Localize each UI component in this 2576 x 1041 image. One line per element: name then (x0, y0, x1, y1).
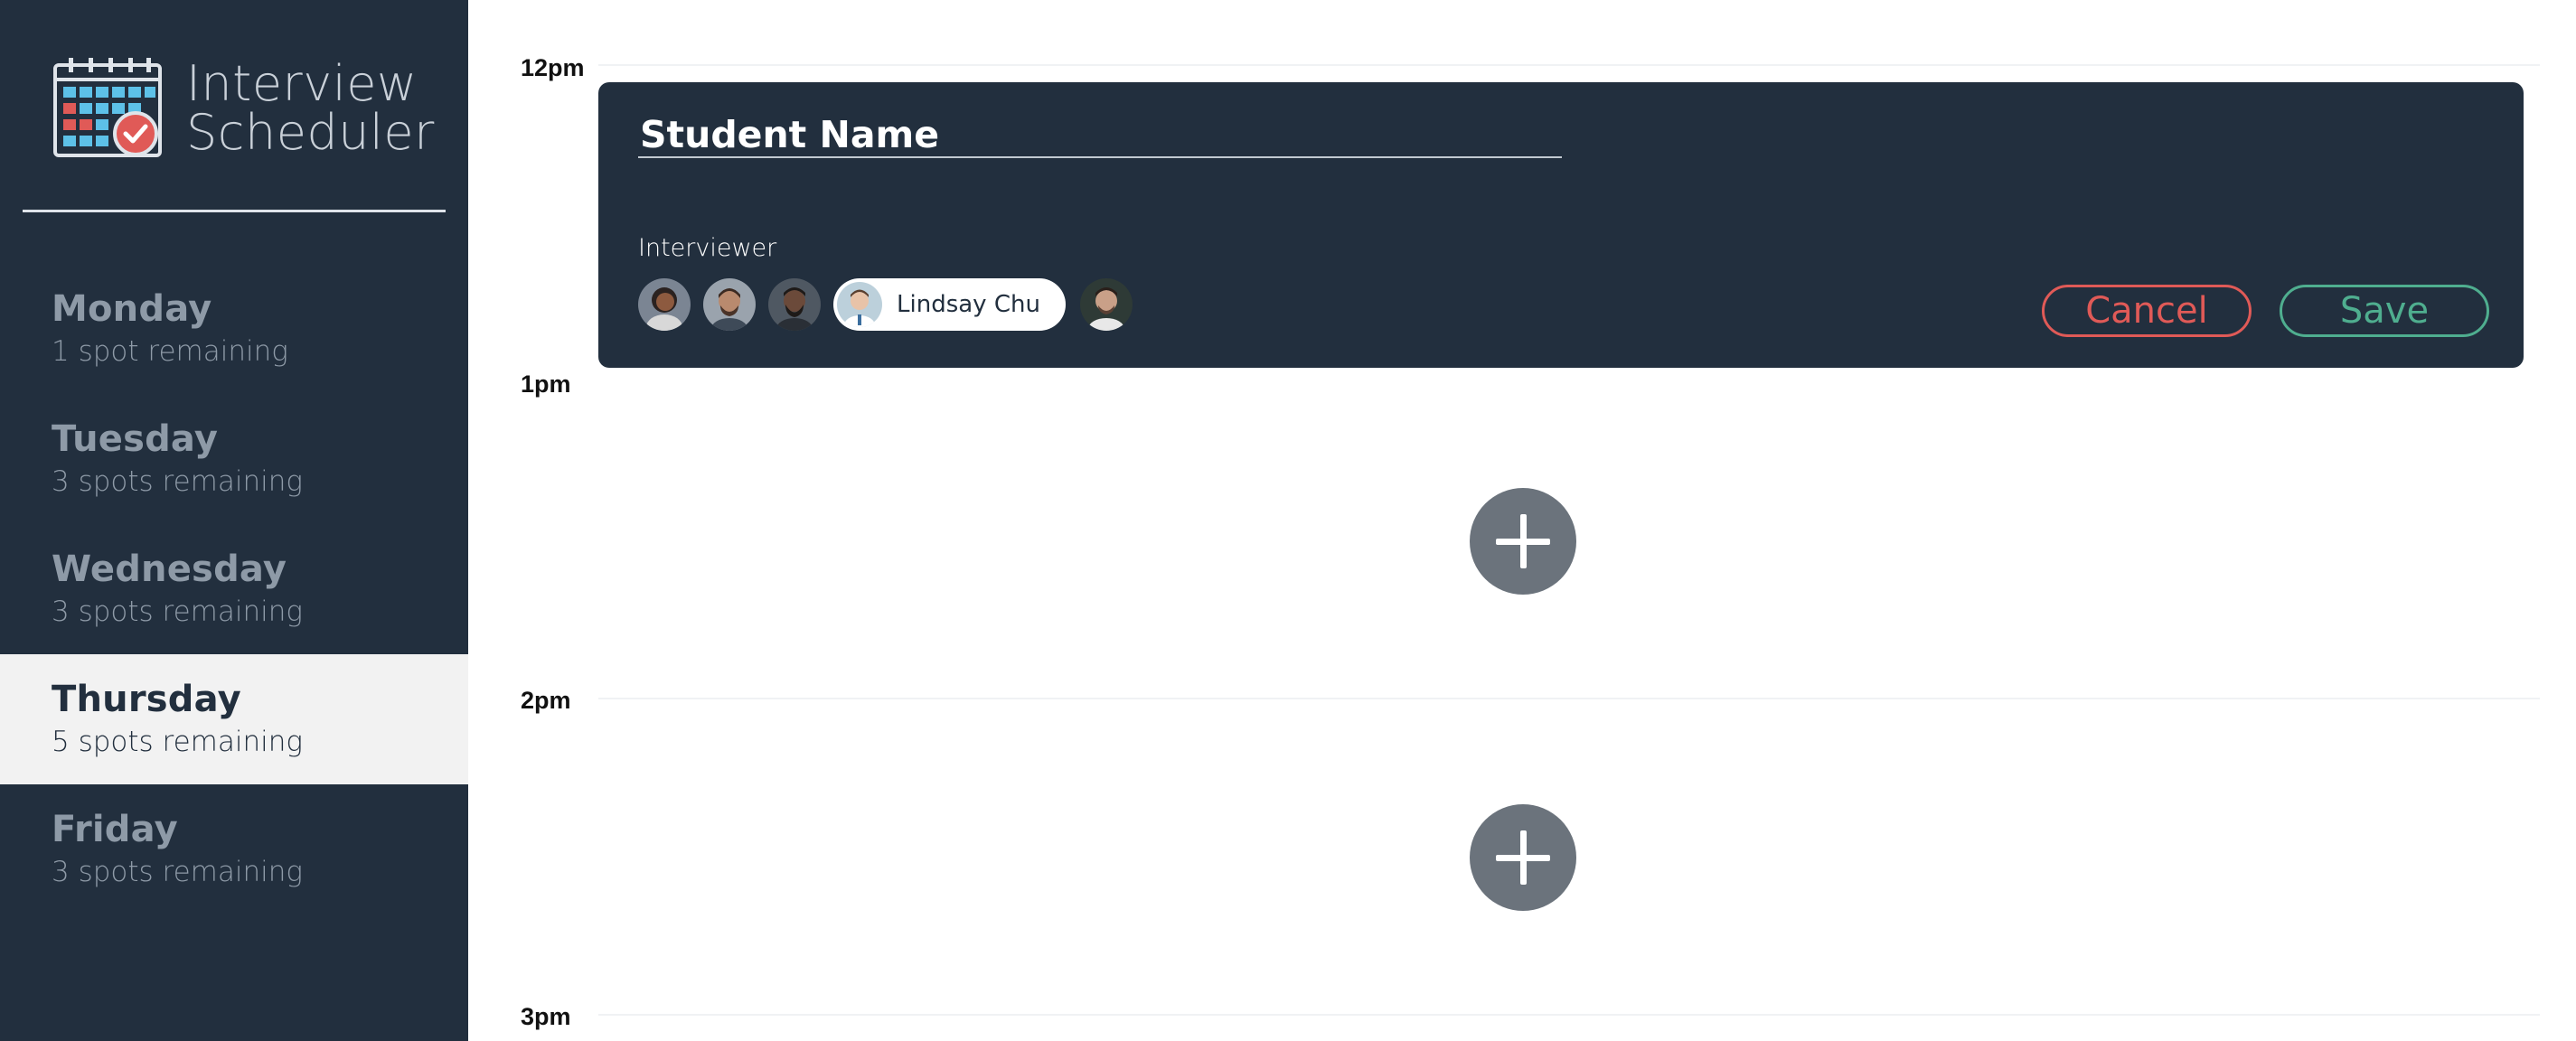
day-item-monday[interactable]: Monday 1 spot remaining (0, 264, 468, 394)
interviewer-label: Interviewer (638, 234, 777, 262)
add-appointment-button[interactable] (1470, 488, 1576, 595)
slot-separator (598, 698, 2540, 699)
app-title: Interview Scheduler (186, 60, 435, 157)
avatar-image (1079, 278, 1133, 331)
interviewer-avatar[interactable] (768, 278, 821, 331)
schedule: 12pm 1pm 2pm 3pm Interviewer (468, 0, 2576, 1041)
calendar-check-icon (53, 58, 162, 157)
slot-separator (598, 1014, 2540, 1016)
time-label-12pm: 12pm (521, 54, 585, 81)
day-item-friday[interactable]: Friday 3 spots remaining (0, 784, 468, 914)
day-item-wednesday[interactable]: Wednesday 3 spots remaining (0, 524, 468, 654)
interviewer-list: Lindsay Chu (638, 277, 1145, 332)
day-spots: 3 spots remaining (52, 856, 303, 888)
selected-interviewer[interactable]: Lindsay Chu (833, 278, 1066, 331)
sidebar: Interview Scheduler Monday 1 spot remain… (0, 0, 468, 1041)
day-name: Tuesday (52, 418, 219, 460)
app: Interview Scheduler Monday 1 spot remain… (0, 0, 2576, 1041)
add-appointment-button[interactable] (1470, 804, 1576, 911)
day-spots: 1 spot remaining (52, 335, 288, 368)
day-name: Wednesday (52, 549, 287, 590)
avatar-image (837, 282, 882, 327)
interviewer-avatar[interactable] (638, 278, 691, 331)
interviewer-avatar (837, 282, 882, 327)
student-name-input[interactable] (638, 113, 1562, 158)
interviewer-name: Lindsay Chu (897, 291, 1040, 318)
slot-separator (598, 64, 2540, 66)
day-item-thursday[interactable]: Thursday 5 spots remaining (0, 654, 468, 784)
avatar-image (638, 278, 691, 331)
day-spots: 5 spots remaining (52, 726, 303, 758)
save-button[interactable]: Save (2280, 285, 2489, 337)
day-item-tuesday[interactable]: Tuesday 3 spots remaining (0, 394, 468, 524)
appointment-form: Interviewer (598, 82, 2524, 368)
day-name: Thursday (52, 679, 241, 720)
interviewer-avatar[interactable] (1079, 278, 1133, 331)
day-spots: 3 spots remaining (52, 465, 303, 498)
day-spots: 3 spots remaining (52, 596, 303, 628)
time-label-2pm: 2pm (521, 687, 571, 714)
cancel-button[interactable]: Cancel (2042, 285, 2252, 337)
time-label-3pm: 3pm (521, 1003, 571, 1030)
brand: Interview Scheduler (52, 56, 450, 163)
day-name: Friday (52, 809, 178, 850)
app-title-line2: Scheduler (186, 104, 435, 161)
time-label-1pm: 1pm (521, 370, 571, 398)
day-list: Monday 1 spot remaining Tuesday 3 spots … (0, 264, 468, 914)
sidebar-divider (23, 210, 446, 212)
avatar-image (768, 278, 821, 331)
day-name: Monday (52, 288, 212, 330)
interviewer-avatar[interactable] (703, 278, 756, 331)
app-title-line1: Interview (186, 55, 418, 112)
avatar-image (703, 278, 756, 331)
